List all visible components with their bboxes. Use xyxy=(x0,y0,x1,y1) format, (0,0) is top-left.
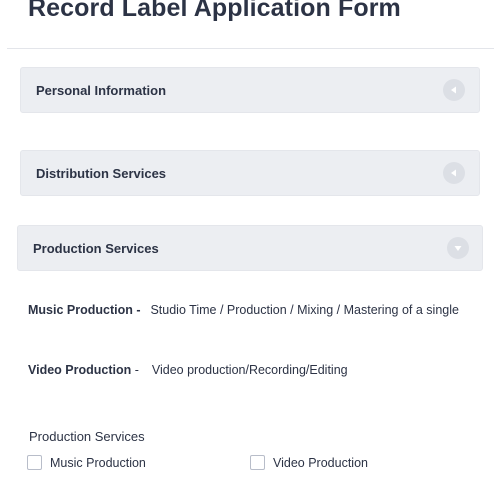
checkbox-label: Music Production xyxy=(50,455,146,470)
form-title: Record Label Application Form xyxy=(28,0,401,22)
collapse-toggle-icon[interactable] xyxy=(443,162,465,184)
section-title: Distribution Services xyxy=(36,165,167,181)
checkbox-option-video-production[interactable]: Video Production xyxy=(250,455,368,470)
triangle-left-icon xyxy=(451,86,456,94)
triangle-down-icon xyxy=(454,246,462,251)
form-page: Record Label Application Form Personal I… xyxy=(0,0,500,484)
description-term: Video Production xyxy=(28,363,132,377)
checkbox-option-music-production[interactable]: Music Production xyxy=(27,455,146,470)
expand-toggle-icon[interactable] xyxy=(447,237,469,259)
description-detail: Video production/Recording/Editing xyxy=(151,363,348,377)
title-divider xyxy=(7,48,494,49)
video-production-description: Video Production - Video production/Reco… xyxy=(28,363,348,377)
description-separator: - xyxy=(134,363,139,377)
checkbox-label: Video Production xyxy=(273,455,368,470)
section-title: Personal Information xyxy=(36,82,167,98)
music-production-description: Music Production - Studio Time / Product… xyxy=(28,303,459,317)
description-term: Music Production - xyxy=(28,303,141,317)
checkbox[interactable] xyxy=(27,455,42,470)
production-services-field-label: Production Services xyxy=(29,429,145,444)
checkbox[interactable] xyxy=(250,455,265,470)
triangle-left-icon xyxy=(451,169,456,177)
description-detail: Studio Time / Production / Mixing / Mast… xyxy=(150,303,459,317)
collapse-toggle-icon[interactable] xyxy=(443,79,465,101)
section-title: Production Services xyxy=(33,240,159,256)
section-header-personal-information[interactable]: Personal Information xyxy=(20,67,480,113)
section-header-production-services[interactable]: Production Services xyxy=(17,225,483,271)
section-header-distribution-services[interactable]: Distribution Services xyxy=(20,150,480,196)
